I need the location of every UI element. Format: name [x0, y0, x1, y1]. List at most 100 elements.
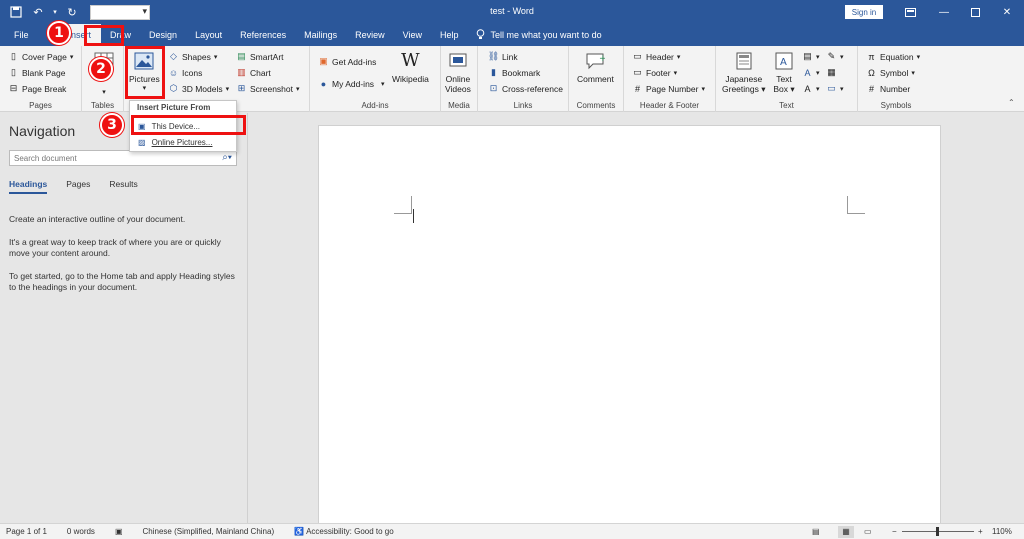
- date-time-button[interactable]: ▦: [826, 67, 837, 78]
- wikipedia-button[interactable]: W Wikipedia: [392, 50, 429, 85]
- group-addins: ▣ Get Add-ins ● My Add-ins ▾ W Wikipedia Ad…: [310, 46, 441, 112]
- blank-page-button[interactable]: ▯ Blank Page: [8, 67, 65, 78]
- screenshot-button[interactable]: ⊞ Screenshot ▾: [236, 83, 300, 94]
- smartart-button[interactable]: ▤ SmartArt: [236, 51, 283, 62]
- addins-group-label: Add-ins: [361, 101, 389, 110]
- redo-icon[interactable]: ↻: [64, 4, 80, 20]
- group-header-footer: ▭ Header ▾ ▭ Footer ▾ # Page Number ▾ Header &…: [624, 46, 716, 112]
- language[interactable]: Chinese (Simplified, Mainland China): [143, 527, 275, 536]
- link-button[interactable]: ⛓ Link: [488, 51, 518, 62]
- zoom-slider-thumb[interactable]: [936, 527, 939, 536]
- tab-mailings[interactable]: Mailings: [295, 24, 346, 46]
- smartart-icon: ▤: [237, 51, 246, 61]
- ribbon-tabs: File Insert Draw Design Layout Reference…: [0, 24, 1024, 63]
- search-placeholder: Search document: [14, 154, 77, 163]
- document-page[interactable]: [318, 125, 941, 525]
- screenshot-icon: ⊞: [237, 83, 246, 93]
- header-button[interactable]: ▭ Header ▾: [632, 51, 680, 62]
- sign-in-button[interactable]: Sign in: [845, 5, 883, 19]
- lightbulb-icon: [476, 28, 485, 42]
- 3d-models-button[interactable]: ⬡ 3D Models ▾: [168, 83, 230, 94]
- header-icon: ▭: [633, 51, 642, 61]
- step-2-badge: 2: [89, 57, 113, 81]
- text-box-button[interactable]: A Text Box ▾: [772, 50, 796, 94]
- nav-tabs: Headings Pages Results: [9, 179, 138, 194]
- japanese-greetings-button[interactable]: Japanese Greetings ▾: [722, 50, 766, 94]
- icons-icon: ☺: [168, 67, 179, 78]
- drop-cap-button[interactable]: A ▾: [802, 83, 819, 94]
- step-1-badge: 1: [47, 21, 71, 45]
- tab-design[interactable]: Design: [140, 24, 186, 46]
- cross-reference-button[interactable]: ⊡ Cross-reference: [488, 83, 563, 94]
- page-count[interactable]: Page 1 of 1: [6, 527, 47, 536]
- zoom-level[interactable]: 110%: [992, 527, 1012, 536]
- page-number-button[interactable]: # Page Number ▾: [632, 83, 705, 94]
- object-icon: ▭: [827, 83, 836, 93]
- cover-page-button[interactable]: ▯ Cover Page ▾: [8, 51, 73, 62]
- close-icon[interactable]: ✕: [990, 0, 1024, 24]
- qat-style-combo[interactable]: [90, 4, 150, 20]
- dropdown-header: Insert Picture From: [137, 103, 211, 112]
- ribbon-display-options-icon[interactable]: [893, 0, 927, 24]
- proofing-icon[interactable]: ▣: [115, 527, 123, 536]
- document-area: [249, 113, 1024, 525]
- chart-button[interactable]: ▥ Chart: [236, 67, 271, 78]
- comment-icon: +: [583, 50, 607, 72]
- my-addins-button[interactable]: ● My Add-ins ▾: [318, 78, 385, 89]
- signature-icon: ✎: [827, 51, 836, 61]
- nav-tab-pages[interactable]: Pages: [66, 179, 90, 194]
- store-icon: ▣: [319, 56, 328, 66]
- online-videos-button[interactable]: Online Videos: [445, 50, 471, 94]
- search-icon[interactable]: ⌕▾: [222, 152, 232, 163]
- word-count[interactable]: 0 words: [67, 527, 95, 536]
- links-group-label: Links: [513, 101, 533, 110]
- tab-references[interactable]: References: [231, 24, 295, 46]
- print-layout-icon[interactable]: ▦: [838, 525, 854, 538]
- zoom-out-icon[interactable]: −: [892, 527, 897, 536]
- symbol-button[interactable]: Ω Symbol ▾: [866, 67, 915, 78]
- number-button[interactable]: # Number: [866, 83, 910, 94]
- signature-line-button[interactable]: ✎ ▾: [826, 51, 844, 62]
- save-icon[interactable]: [8, 4, 24, 20]
- undo-dropdown-icon[interactable]: ▾: [52, 4, 58, 20]
- chart-icon: ▥: [237, 67, 246, 77]
- addins-icon: ●: [320, 78, 327, 89]
- highlight-insert-tab: [84, 25, 124, 46]
- get-addins-button[interactable]: ▣ Get Add-ins: [318, 56, 376, 67]
- comment-button[interactable]: + Comment: [577, 50, 614, 84]
- undo-icon[interactable]: ↶: [30, 4, 46, 20]
- tab-help[interactable]: Help: [431, 24, 468, 46]
- page-break-button[interactable]: ⊟ Page Break: [8, 83, 67, 94]
- tab-layout[interactable]: Layout: [186, 24, 231, 46]
- online-pictures-menu-item[interactable]: ▨ Online Pictures...: [134, 135, 234, 149]
- quick-parts-button[interactable]: ▤ ▾: [802, 51, 819, 62]
- maximize-icon[interactable]: [958, 0, 992, 24]
- search-document-input[interactable]: Search document ⌕▾: [9, 150, 237, 166]
- group-comments: + Comment Comments: [569, 46, 624, 112]
- equation-button[interactable]: π Equation ▾: [866, 51, 920, 62]
- accessibility-status[interactable]: Accessibility: Good to go: [306, 527, 394, 536]
- footer-button[interactable]: ▭ Footer ▾: [632, 67, 677, 78]
- shapes-button[interactable]: ◇ Shapes ▾: [168, 51, 217, 62]
- tell-me-text: Tell me what you want to do: [490, 30, 602, 40]
- object-button[interactable]: ▭ ▾: [826, 83, 843, 94]
- svg-text:A: A: [780, 57, 787, 68]
- wikipedia-icon: W: [401, 50, 420, 71]
- wordart-button[interactable]: A ▾: [802, 67, 819, 78]
- icons-button[interactable]: ☺ Icons: [168, 67, 202, 78]
- read-mode-icon[interactable]: ▤: [812, 527, 820, 536]
- group-symbols: π Equation ▾ Ω Symbol ▾ # Number Symbols: [858, 46, 934, 112]
- tell-me-box[interactable]: Tell me what you want to do: [476, 24, 602, 46]
- zoom-in-icon[interactable]: +: [978, 527, 983, 536]
- web-layout-icon[interactable]: ▭: [864, 527, 872, 536]
- collapse-ribbon-icon[interactable]: ⌃: [1008, 98, 1015, 107]
- minimize-icon[interactable]: —: [927, 0, 961, 24]
- tab-review[interactable]: Review: [346, 24, 394, 46]
- tab-view[interactable]: View: [394, 24, 431, 46]
- step-3-badge: 3: [100, 113, 124, 137]
- nav-tab-headings[interactable]: Headings: [9, 179, 48, 194]
- bookmark-button[interactable]: ▮ Bookmark: [488, 67, 540, 78]
- pi-icon: π: [868, 51, 875, 62]
- nav-help-text-2: It's a great way to keep track of where …: [9, 237, 221, 258]
- nav-tab-results[interactable]: Results: [109, 179, 137, 194]
